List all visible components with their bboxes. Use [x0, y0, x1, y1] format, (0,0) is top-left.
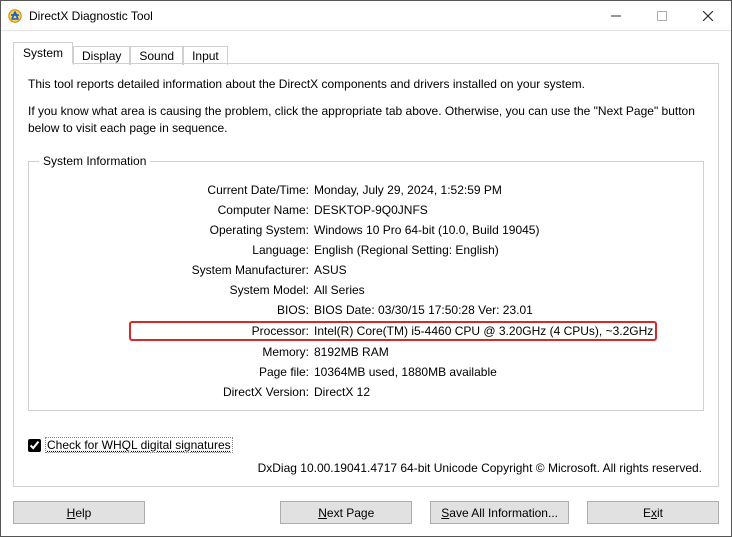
label-bios: BIOS:: [39, 303, 314, 317]
label-directx: DirectX Version:: [39, 385, 314, 399]
row-memory: Memory: 8192MB RAM: [39, 342, 693, 362]
row-datetime: Current Date/Time: Monday, July 29, 2024…: [39, 180, 693, 200]
label-processor: Processor:: [131, 324, 314, 338]
whql-row: Check for WHQL digital signatures: [28, 437, 704, 453]
next-page-button[interactable]: Next Page: [280, 501, 412, 524]
row-bios: BIOS: BIOS Date: 03/30/15 17:50:28 Ver: …: [39, 300, 693, 320]
label-pagefile: Page file:: [39, 365, 314, 379]
row-os: Operating System: Windows 10 Pro 64-bit …: [39, 220, 693, 240]
button-row: Help Next Page Save All Information... E…: [13, 501, 719, 524]
row-manufacturer: System Manufacturer: ASUS: [39, 260, 693, 280]
save-all-button[interactable]: Save All Information...: [430, 501, 569, 524]
copyright-text: DxDiag 10.00.19041.4717 64-bit Unicode C…: [28, 461, 704, 475]
window: DirectX Diagnostic Tool System Display S…: [0, 0, 732, 537]
close-button[interactable]: [685, 1, 731, 31]
value-model: All Series: [314, 283, 693, 297]
maximize-button[interactable]: [639, 1, 685, 31]
titlebar: DirectX Diagnostic Tool: [1, 1, 731, 31]
system-information-group: System Information Current Date/Time: Mo…: [28, 154, 704, 411]
value-memory: 8192MB RAM: [314, 345, 693, 359]
value-datetime: Monday, July 29, 2024, 1:52:59 PM: [314, 183, 693, 197]
help-button[interactable]: Help: [13, 501, 145, 524]
value-computer-name: DESKTOP-9Q0JNFS: [314, 203, 693, 217]
value-processor: Intel(R) Core(TM) i5-4460 CPU @ 3.20GHz …: [314, 324, 655, 338]
label-os: Operating System:: [39, 223, 314, 237]
value-language: English (Regional Setting: English): [314, 243, 693, 257]
minimize-button[interactable]: [593, 1, 639, 31]
value-bios: BIOS Date: 03/30/15 17:50:28 Ver: 23.01: [314, 303, 693, 317]
label-language: Language:: [39, 243, 314, 257]
intro-text-1: This tool reports detailed information a…: [28, 76, 704, 93]
value-pagefile: 10364MB used, 1880MB available: [314, 365, 693, 379]
label-model: System Model:: [39, 283, 314, 297]
row-directx: DirectX Version: DirectX 12: [39, 382, 693, 402]
label-datetime: Current Date/Time:: [39, 183, 314, 197]
window-title: DirectX Diagnostic Tool: [29, 9, 153, 23]
tab-page-system: This tool reports detailed information a…: [13, 63, 719, 487]
app-icon: [7, 8, 23, 24]
label-memory: Memory:: [39, 345, 314, 359]
whql-label[interactable]: Check for WHQL digital signatures: [45, 437, 233, 453]
label-computer-name: Computer Name:: [39, 203, 314, 217]
value-os: Windows 10 Pro 64-bit (10.0, Build 19045…: [314, 223, 693, 237]
value-manufacturer: ASUS: [314, 263, 693, 277]
row-computer-name: Computer Name: DESKTOP-9Q0JNFS: [39, 200, 693, 220]
tab-strip: System Display Sound Input: [13, 41, 719, 63]
exit-button[interactable]: Exit: [587, 501, 719, 524]
value-directx: DirectX 12: [314, 385, 693, 399]
whql-checkbox[interactable]: [28, 439, 41, 452]
row-pagefile: Page file: 10364MB used, 1880MB availabl…: [39, 362, 693, 382]
row-processor: Processor: Intel(R) Core(TM) i5-4460 CPU…: [129, 321, 657, 341]
intro-text-2: If you know what area is causing the pro…: [28, 103, 704, 137]
system-information-legend: System Information: [39, 154, 150, 168]
row-language: Language: English (Regional Setting: Eng…: [39, 240, 693, 260]
label-manufacturer: System Manufacturer:: [39, 263, 314, 277]
client-area: System Display Sound Input This tool rep…: [1, 31, 731, 536]
row-model: System Model: All Series: [39, 280, 693, 300]
tab-system[interactable]: System: [13, 42, 73, 64]
